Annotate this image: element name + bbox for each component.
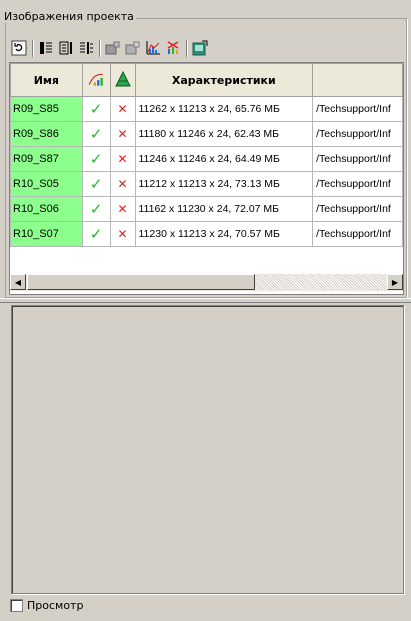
curve-status-cell[interactable]: ✓ xyxy=(81,146,111,172)
header-pyramid[interactable] xyxy=(109,63,136,97)
toolbar-separator xyxy=(186,39,187,57)
image-name-cell[interactable]: R09_S86 xyxy=(10,121,83,147)
preview-checkbox[interactable] xyxy=(10,599,23,612)
cross-icon: ✕ xyxy=(117,177,128,191)
arrow-right-icon: ▶ xyxy=(391,277,399,287)
characteristics-cell[interactable]: 11230 x 11213 x 24, 70.57 МБ xyxy=(134,221,314,247)
image-name-cell[interactable]: R09_S85 xyxy=(10,96,83,122)
columns-left-button[interactable] xyxy=(37,39,55,57)
refresh-icon xyxy=(11,40,27,56)
table-row[interactable]: R10_S07 ✓ ✕ 11230 x 11213 x 24, 70.57 МБ/Te… xyxy=(10,221,403,247)
scroll-right-button[interactable]: ▶ xyxy=(387,274,403,290)
cross-icon: ✕ xyxy=(117,152,128,166)
header-characteristics[interactable]: Характеристики xyxy=(134,63,314,97)
columns-right-icon xyxy=(80,42,93,54)
image-name-cell[interactable]: R10_S06 xyxy=(10,196,83,222)
histogram-remove-icon xyxy=(167,41,179,54)
cross-icon: ✕ xyxy=(117,127,128,141)
image-remove-icon xyxy=(125,41,140,55)
image-name-cell[interactable]: R10_S05 xyxy=(10,171,83,197)
characteristics-cell[interactable]: 11162 x 11230 x 24, 72.07 МБ xyxy=(134,196,314,222)
cross-icon: ✕ xyxy=(117,102,128,116)
check-icon: ✓ xyxy=(89,125,103,143)
histogram-button[interactable] xyxy=(144,39,162,57)
path-cell[interactable]: /Techsupport/Inf xyxy=(312,196,403,222)
table-row[interactable]: R09_S86 ✓ ✕ 11180 x 11246 x 24, 62.43 МБ/Te… xyxy=(10,121,403,147)
check-icon: ✓ xyxy=(89,175,103,193)
characteristics-cell[interactable]: 11262 x 11213 x 24, 65.76 МБ xyxy=(134,96,314,122)
arrow-left-icon: ◀ xyxy=(14,277,22,287)
header-curve[interactable] xyxy=(81,63,111,97)
curve-status-cell[interactable]: ✓ xyxy=(81,96,111,122)
characteristics-cell[interactable]: 11212 x 11213 x 24, 73.13 МБ xyxy=(134,171,314,197)
pyramid-icon xyxy=(114,70,131,86)
table-header-row: Имя Характеристики xyxy=(10,63,403,97)
group-title: Изображения проекта xyxy=(2,10,136,23)
characteristics-cell[interactable]: 11246 x 11246 x 24, 64.49 МБ xyxy=(134,146,314,172)
image-add-icon xyxy=(105,41,120,55)
scroll-track[interactable] xyxy=(255,274,386,290)
path-cell[interactable]: /Techsupport/Inf xyxy=(312,146,403,172)
table-row[interactable]: R09_S85 ✓ ✕ 11262 x 11213 x 24, 65.76 МБ/Te… xyxy=(10,96,403,122)
table-row[interactable]: R10_S05 ✓ ✕ 11212 x 11213 x 24, 73.13 МБ/Te… xyxy=(10,171,403,197)
export-icon xyxy=(192,40,208,56)
columns-center-icon xyxy=(59,41,72,55)
pyramid-status-cell[interactable]: ✕ xyxy=(109,96,136,122)
preview-panel xyxy=(11,305,404,594)
table-empty-row xyxy=(11,247,403,272)
image-name-cell[interactable]: R10_S07 xyxy=(10,221,83,247)
refresh-button[interactable] xyxy=(10,39,28,57)
characteristics-cell[interactable]: 11180 x 11246 x 24, 62.43 МБ xyxy=(134,121,314,147)
curve-status-cell[interactable]: ✓ xyxy=(81,221,111,247)
toolbar-separator xyxy=(99,39,100,57)
pyramid-status-cell[interactable]: ✕ xyxy=(109,196,136,222)
pyramid-status-cell[interactable]: ✕ xyxy=(109,121,136,147)
histogram-icon xyxy=(146,41,160,55)
curve-status-cell[interactable]: ✓ xyxy=(81,196,111,222)
columns-center-button[interactable] xyxy=(57,39,75,57)
cross-icon: ✕ xyxy=(117,227,128,241)
curve-status-cell[interactable]: ✓ xyxy=(81,121,111,147)
check-icon: ✓ xyxy=(89,225,103,243)
columns-right-button[interactable] xyxy=(77,39,95,57)
preview-checkbox-row[interactable]: Просмотр xyxy=(10,599,83,612)
pane-splitter[interactable] xyxy=(0,298,411,303)
image-name-cell[interactable]: R09_S87 xyxy=(10,146,83,172)
header-path[interactable] xyxy=(312,63,403,97)
check-icon: ✓ xyxy=(89,100,103,118)
images-table: Имя Характеристики R09_S85 ✓ ✕ 11262 x 1121… xyxy=(9,62,404,295)
curve-status-cell[interactable]: ✓ xyxy=(81,171,111,197)
table-row[interactable]: R10_S06 ✓ ✕ 11162 x 11230 x 24, 72.07 МБ/Te… xyxy=(10,196,403,222)
path-cell[interactable]: /Techsupport/Inf xyxy=(312,171,403,197)
curve-color-icon xyxy=(88,73,103,86)
pyramid-status-cell[interactable]: ✕ xyxy=(109,171,136,197)
histogram-remove-button[interactable] xyxy=(164,39,182,57)
check-icon: ✓ xyxy=(89,150,103,168)
toolbar xyxy=(10,37,211,59)
pyramid-status-cell[interactable]: ✕ xyxy=(109,146,136,172)
check-icon: ✓ xyxy=(89,200,103,218)
scroll-thumb[interactable] xyxy=(27,274,255,290)
pyramid-status-cell[interactable]: ✕ xyxy=(109,221,136,247)
path-cell[interactable]: /Techsupport/Inf xyxy=(312,221,403,247)
scroll-left-button[interactable]: ◀ xyxy=(10,274,26,290)
export-button[interactable] xyxy=(191,39,209,57)
columns-left-icon xyxy=(40,42,52,54)
toolbar-separator xyxy=(32,39,33,57)
table-row[interactable]: R09_S87 ✓ ✕ 11246 x 11246 x 24, 64.49 МБ/Te… xyxy=(10,146,403,172)
preview-checkbox-label: Просмотр xyxy=(27,599,84,612)
path-cell[interactable]: /Techsupport/Inf xyxy=(312,121,403,147)
horizontal-scrollbar[interactable]: ◀ ▶ xyxy=(10,274,403,291)
cross-icon: ✕ xyxy=(117,202,128,216)
header-name[interactable]: Имя xyxy=(10,63,83,97)
image-add-button[interactable] xyxy=(104,39,122,57)
image-remove-button[interactable] xyxy=(124,39,142,57)
path-cell[interactable]: /Techsupport/Inf xyxy=(312,96,403,122)
